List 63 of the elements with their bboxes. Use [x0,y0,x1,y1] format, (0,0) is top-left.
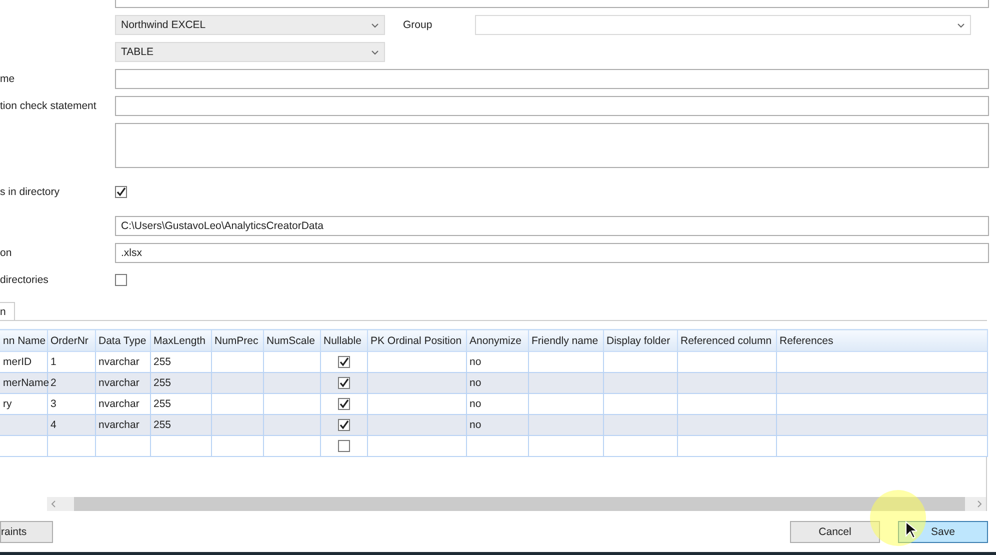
field-label: tion check statement [0,100,98,112]
table-cell: 255 [154,356,172,368]
table-cell: nvarchar [98,419,140,431]
column-header[interactable]: NumPrec [211,330,263,352]
checkbox[interactable] [338,419,350,431]
input-field[interactable] [115,96,989,116]
dropdown[interactable]: Northwind EXCEL [115,15,385,35]
column-header[interactable]: nn Name [0,330,47,352]
column-header[interactable]: Friendly name [528,330,603,352]
caret-icon [957,22,965,28]
caret-icon [371,22,379,28]
column-header[interactable]: Anonymize [466,330,528,352]
column-header[interactable]: References [776,330,987,352]
cancel-button[interactable]: Cancel [790,521,880,543]
field-label: on [0,247,13,259]
table-cell: nvarchar [98,377,140,389]
table-cell: ry [3,398,12,410]
input-field[interactable]: C:\Users\GustavoLeo\AnalyticsCreatorData [115,216,989,236]
table-cell: merID [3,356,32,368]
table-cell: 255 [154,419,172,431]
dropdown[interactable]: TABLE [115,42,385,62]
column-header[interactable]: Display folder [603,330,677,352]
checkbox[interactable] [338,440,350,452]
table-cell: nvarchar [98,356,140,368]
checkbox[interactable] [338,377,350,389]
column-header[interactable]: MaxLength [150,330,211,352]
checkbox[interactable] [338,398,350,410]
checkbox[interactable] [115,274,127,286]
table-cell: merName [3,377,50,389]
table-cell: 255 [154,398,172,410]
horizontal-scrollbar[interactable] [47,497,986,511]
table-cell: 255 [154,377,172,389]
field-label: s in directory [0,186,61,198]
table-cell: 3 [50,398,56,410]
table-cell: no [470,356,482,368]
table-cell: nvarchar [98,398,140,410]
column-header[interactable]: Nullable [320,330,367,352]
field-label: me [0,73,16,85]
column-header[interactable]: PK Ordinal Position [367,330,466,352]
scroll-right-icon[interactable] [977,500,982,508]
constraints-button[interactable]: raints [0,521,53,543]
dropdown[interactable] [475,15,971,35]
table-cell: 1 [50,356,56,368]
field-label: Group [402,19,434,31]
table-cell: no [470,398,482,410]
column-header[interactable]: OrderNr [47,330,95,352]
caret-icon [371,50,379,54]
column-header[interactable]: NumScale [263,330,320,352]
column-header[interactable]: Referenced column [677,330,776,352]
tab[interactable]: n [0,302,15,320]
table-cell: no [470,377,482,389]
table-cell: 2 [50,377,56,389]
input-field[interactable] [115,69,989,89]
column-header[interactable]: Data Type [95,330,150,352]
checkbox[interactable] [115,186,127,198]
table-cell: no [470,419,482,431]
field-label: directories [0,274,50,286]
checkbox[interactable] [338,356,350,368]
scroll-left-icon[interactable] [51,500,56,508]
text-area[interactable] [115,123,989,168]
input-field[interactable]: .xlsx [115,243,989,263]
cursor-icon [905,521,917,539]
table-cell: 4 [50,419,56,431]
